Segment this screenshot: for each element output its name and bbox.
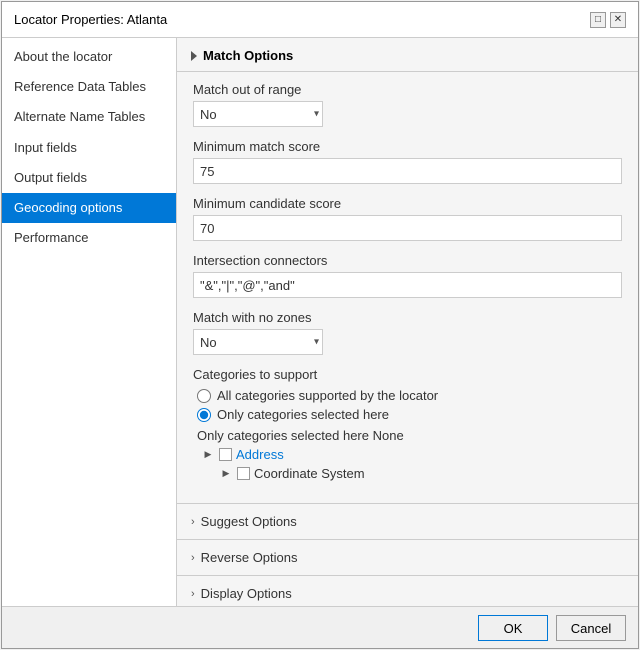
sidebar-item-input-fields[interactable]: Input fields — [2, 133, 176, 163]
display-options-header[interactable]: › Display Options — [177, 576, 638, 606]
display-options-arrow-icon: › — [191, 588, 195, 600]
tree-area: ▶ Address ▶ Coordinate System — [201, 447, 622, 481]
reverse-options-label: Reverse Options — [201, 550, 298, 565]
sidebar: About the locator Reference Data Tables … — [2, 38, 177, 606]
title-bar-controls: □ ✕ — [590, 12, 626, 28]
radio-group: All categories supported by the locator … — [197, 388, 622, 422]
intersection-connectors-label: Intersection connectors — [193, 253, 622, 268]
only-categories-radio-item[interactable]: Only categories selected here — [197, 407, 622, 422]
main-content: Match Options Match out of range No Yes … — [177, 38, 638, 606]
suggest-options-label: Suggest Options — [201, 514, 297, 529]
match-out-of-range-select[interactable]: No Yes — [193, 101, 323, 127]
minimum-candidate-score-input[interactable] — [193, 215, 622, 241]
coordinate-expander[interactable]: ▶ — [219, 467, 233, 481]
minimum-match-score-label: Minimum match score — [193, 139, 622, 154]
suggest-options-section: › Suggest Options — [177, 503, 638, 539]
match-no-zones-select[interactable]: No Yes — [193, 329, 323, 355]
all-categories-radio[interactable] — [197, 389, 211, 403]
sidebar-item-about-locator[interactable]: About the locator — [2, 42, 176, 72]
dialog-footer: OK Cancel — [2, 606, 638, 648]
address-label[interactable]: Address — [236, 447, 284, 462]
address-expander[interactable]: ▶ — [201, 448, 215, 462]
all-categories-radio-item[interactable]: All categories supported by the locator — [197, 388, 622, 403]
dialog-window: Locator Properties: Atlanta □ ✕ About th… — [1, 1, 639, 649]
dialog-body: About the locator Reference Data Tables … — [2, 38, 638, 606]
sidebar-item-geocoding-options[interactable]: Geocoding options — [2, 193, 176, 223]
address-checkbox[interactable] — [219, 448, 232, 461]
all-categories-label: All categories supported by the locator — [217, 388, 438, 403]
match-options-content: Match out of range No Yes ▾ Minimum matc… — [177, 72, 638, 503]
only-categories-label: Only categories selected here — [217, 407, 389, 422]
reverse-options-header[interactable]: › Reverse Options — [177, 540, 638, 575]
minimum-candidate-score-group: Minimum candidate score — [193, 196, 622, 241]
reverse-options-section: › Reverse Options — [177, 539, 638, 575]
categories-selected-label: Only categories selected here None — [197, 428, 622, 443]
categories-label: Categories to support — [193, 367, 622, 382]
cancel-button[interactable]: Cancel — [556, 615, 626, 641]
coordinate-label: Coordinate System — [254, 466, 365, 481]
intersection-connectors-input[interactable] — [193, 272, 622, 298]
display-options-label: Display Options — [201, 586, 292, 601]
minimum-candidate-score-label: Minimum candidate score — [193, 196, 622, 211]
ok-button[interactable]: OK — [478, 615, 548, 641]
coordinate-checkbox[interactable] — [237, 467, 250, 480]
title-bar: Locator Properties: Atlanta □ ✕ — [2, 2, 638, 38]
reverse-options-arrow-icon: › — [191, 552, 195, 564]
minimum-match-score-input[interactable] — [193, 158, 622, 184]
sidebar-item-output-fields[interactable]: Output fields — [2, 163, 176, 193]
minimize-button[interactable]: □ — [590, 12, 606, 28]
sidebar-item-reference-data[interactable]: Reference Data Tables — [2, 72, 176, 102]
display-options-section: › Display Options — [177, 575, 638, 606]
match-no-zones-group: Match with no zones No Yes ▾ — [193, 310, 622, 355]
match-out-of-range-wrapper: No Yes ▾ — [193, 101, 323, 127]
minimum-match-score-group: Minimum match score — [193, 139, 622, 184]
dialog-title: Locator Properties: Atlanta — [14, 12, 167, 27]
only-categories-radio[interactable] — [197, 408, 211, 422]
match-out-of-range-label: Match out of range — [193, 82, 622, 97]
match-no-zones-wrapper: No Yes ▾ — [193, 329, 323, 355]
sidebar-item-performance[interactable]: Performance — [2, 223, 176, 253]
match-no-zones-label: Match with no zones — [193, 310, 622, 325]
close-button[interactable]: ✕ — [610, 12, 626, 28]
sidebar-item-alternate-name[interactable]: Alternate Name Tables — [2, 102, 176, 132]
categories-section: Categories to support All categories sup… — [193, 367, 622, 481]
match-out-of-range-group: Match out of range No Yes ▾ — [193, 82, 622, 127]
match-options-header: Match Options — [177, 38, 638, 72]
tree-item-address: ▶ Address — [201, 447, 622, 462]
suggest-options-header[interactable]: › Suggest Options — [177, 504, 638, 539]
intersection-connectors-group: Intersection connectors — [193, 253, 622, 298]
match-options-title: Match Options — [203, 48, 293, 63]
suggest-options-arrow-icon: › — [191, 516, 195, 528]
tree-item-coordinate-system: ▶ Coordinate System — [219, 466, 622, 481]
